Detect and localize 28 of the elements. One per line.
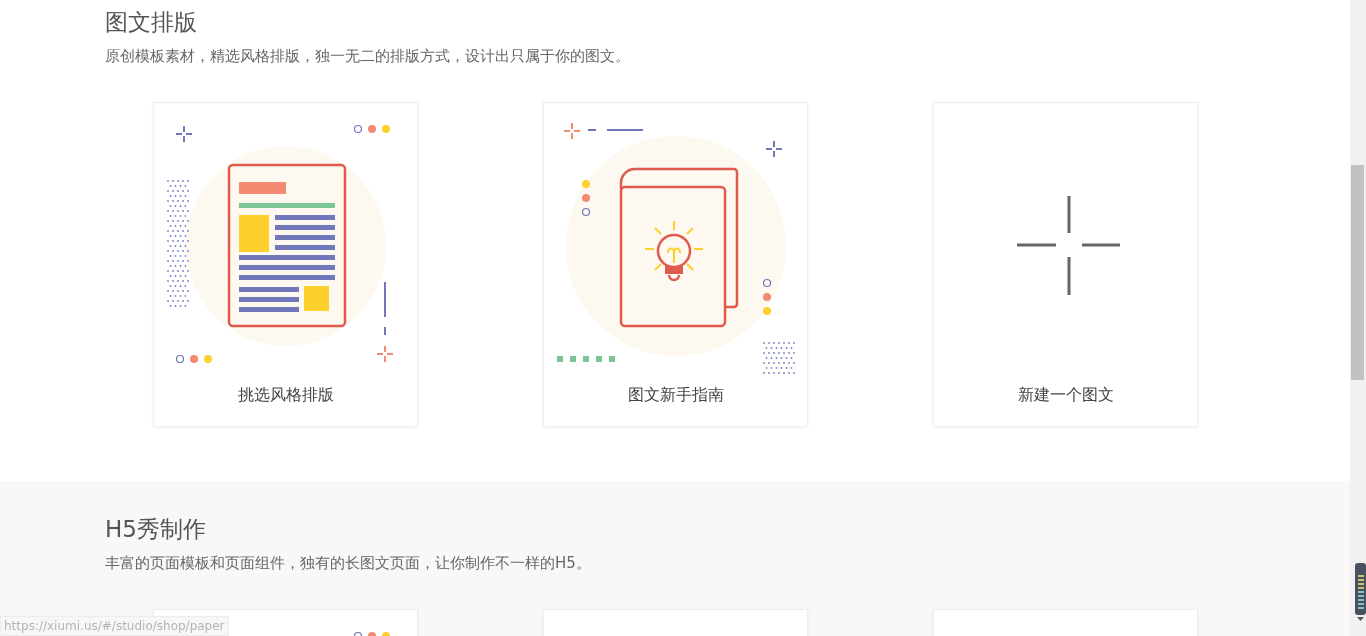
scrollbar[interactable] [1350, 0, 1366, 636]
card-label: 新建一个图文 [1017, 384, 1114, 406]
sparkle-icon [376, 345, 394, 363]
option-card[interactable]: 图文新手指南 [543, 102, 808, 427]
dots-icon [762, 278, 772, 315]
sparkle-icon [175, 125, 193, 143]
scrollbar-thumb[interactable] [1351, 165, 1364, 380]
meter-icon [1354, 563, 1366, 623]
line-icon [384, 281, 386, 336]
option-card[interactable]: 新建一个图文 [933, 102, 1198, 427]
card-label: 图文新手指南 [627, 384, 724, 406]
section-title: 图文排版 [105, 8, 197, 37]
card-label: 挑选风格排版 [237, 384, 334, 406]
section-description: 丰富的页面模板和页面组件，独有的长图文页面，让你制作不一样的H5。 [105, 553, 591, 573]
dot-pattern [763, 342, 795, 374]
sparkle-icon [765, 140, 783, 158]
plus-icon [1015, 194, 1122, 297]
dots-icon [175, 354, 212, 364]
dots-icon [353, 124, 390, 134]
section-title: H5秀制作 [105, 515, 206, 544]
url-tooltip: https://xiumi.us/#/studio/shop/paper [0, 616, 229, 636]
squares-icon [557, 356, 615, 362]
dots-icon [581, 180, 591, 217]
line-icon [587, 129, 644, 131]
sparkle-icon [563, 122, 581, 140]
dots-icon [353, 631, 390, 636]
section-description: 原创模板素材，精选风格排版，独一无二的排版方式，设计出只属于你的图文。 [105, 46, 630, 66]
option-card[interactable]: 挑选风格排版 [153, 102, 418, 427]
